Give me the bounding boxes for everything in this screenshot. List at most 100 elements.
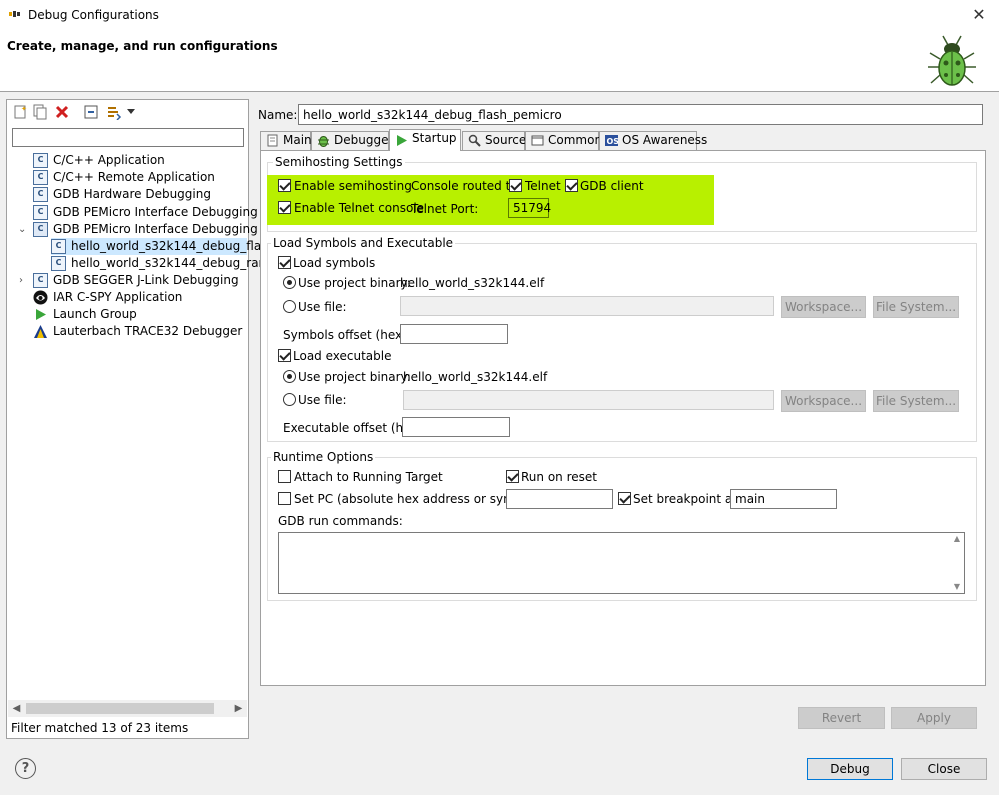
expanded-twisty-icon[interactable]: ⌄ [18, 225, 28, 235]
symbols-use-project-binary-radio[interactable] [283, 276, 296, 289]
load-executable-checkbox[interactable] [278, 349, 291, 362]
tree-item-gdb-segger-jlink[interactable]: C GDB SEGGER J-Link Debugging [33, 272, 243, 289]
tree-item-lauterbach[interactable]: Lauterbach TRACE32 Debugger [33, 323, 243, 340]
enable-telnet-console-label: Enable Telnet console [294, 201, 425, 215]
tree-item-gdb-hardware-debugging[interactable]: C GDB Hardware Debugging [33, 186, 243, 203]
delete-icon[interactable] [54, 104, 70, 120]
tree-item-hello-world-debug-ram[interactable]: C hello_world_s32k144_debug_ram_p [51, 255, 284, 272]
dropdown-icon[interactable] [127, 107, 135, 115]
set-breakpoint-checkbox[interactable] [618, 492, 631, 505]
symbols-file-system-button[interactable]: File System... [873, 296, 959, 318]
exec-use-project-binary-radio[interactable] [283, 370, 296, 383]
tree-item-launch-group[interactable]: Launch Group [33, 306, 243, 323]
enable-telnet-console-checkbox[interactable] [278, 201, 291, 214]
set-pc-label: Set PC (absolute hex address or symbol): [294, 492, 542, 506]
tree-item-cpp-application[interactable]: C C/C++ Application [33, 152, 243, 169]
svg-text:OS: OS [607, 137, 619, 146]
textarea-vertical-scrollbar[interactable]: ▲ ▼ [950, 533, 964, 593]
tab-main[interactable]: Main [260, 131, 312, 150]
enable-semihosting-checkbox[interactable] [278, 179, 291, 192]
revert-button[interactable]: Revert [798, 707, 885, 729]
runtime-options-title: Runtime Options [271, 450, 376, 464]
exec-file-input[interactable] [403, 390, 774, 410]
tab-startup[interactable]: Startup [389, 129, 461, 151]
c-icon: C [33, 187, 48, 202]
c-icon: C [51, 256, 66, 271]
startup-tab-icon [397, 135, 407, 146]
symbols-offset-input[interactable] [400, 324, 508, 344]
main-tab-icon [267, 134, 278, 147]
scrollbar-thumb[interactable] [26, 703, 214, 714]
symbols-file-input[interactable] [400, 296, 774, 316]
debug-button[interactable]: Debug [807, 758, 893, 780]
load-symbols-group [267, 243, 977, 442]
launch-group-icon [36, 309, 46, 320]
collapsed-twisty-icon[interactable]: › [19, 276, 29, 286]
scroll-down-icon[interactable]: ▼ [950, 581, 964, 593]
gdb-run-commands-textarea[interactable]: ▲ ▼ [278, 532, 965, 594]
close-window-button[interactable]: ✕ [962, 2, 996, 28]
telnet-port-input[interactable]: 51794 [508, 198, 551, 218]
filter-input[interactable] [12, 128, 244, 147]
common-tab-icon [531, 135, 544, 146]
executable-offset-input[interactable] [402, 417, 510, 437]
c-icon: C [51, 239, 66, 254]
c-icon: C [33, 222, 48, 237]
exec-workspace-button[interactable]: Workspace... [781, 390, 866, 412]
set-pc-input[interactable] [506, 489, 613, 509]
breakpoint-input[interactable]: main [730, 489, 837, 509]
tree-horizontal-scrollbar[interactable]: ◀ ▶ [8, 700, 247, 717]
tree-item-iar-cspy[interactable]: IAR C-SPY Application [33, 289, 243, 306]
tab-source[interactable]: Source [462, 131, 526, 150]
gdb-run-commands-label: GDB run commands: [278, 514, 403, 528]
filter-status: Filter matched 13 of 23 items [11, 721, 189, 735]
telnet-port-label: Telnet Port: [411, 202, 479, 216]
exec-binary-name: hello_world_s32k144.elf [403, 370, 548, 384]
symbols-offset-label: Symbols offset (hex): [283, 328, 411, 342]
tab-common[interactable]: Common [525, 131, 602, 150]
symbols-use-file-radio[interactable] [283, 300, 296, 313]
symbols-workspace-button[interactable]: Workspace... [781, 296, 866, 318]
apply-button[interactable]: Apply [891, 707, 977, 729]
tab-debugger[interactable]: Debugger [311, 131, 393, 150]
filter-icon[interactable] [106, 104, 122, 120]
exec-file-system-button[interactable]: File System... [873, 390, 959, 412]
attach-running-target-checkbox[interactable] [278, 470, 291, 483]
scroll-left-icon[interactable]: ◀ [8, 700, 25, 717]
telnet-checkbox[interactable] [509, 179, 522, 192]
run-on-reset-checkbox[interactable] [506, 470, 519, 483]
new-config-icon[interactable]: ✦ [12, 104, 28, 120]
console-routed-label: Console routed to: [411, 179, 522, 193]
tree-item-gdb-pemicro-debugging-expanded[interactable]: C GDB PEMicro Interface Debugging [33, 221, 258, 238]
enable-semihosting-label: Enable semihosting [294, 179, 412, 193]
configuration-name-input[interactable] [298, 104, 983, 125]
exec-use-file-label: Use file: [298, 393, 347, 407]
collapse-all-icon[interactable] [83, 104, 99, 120]
close-button[interactable]: Close [901, 758, 987, 780]
tree-item-hello-world-debug-flash[interactable]: C hello_world_s32k144_debug_flash_p [51, 238, 289, 255]
set-pc-checkbox[interactable] [278, 492, 291, 505]
duplicate-icon[interactable] [32, 104, 48, 120]
symbols-use-file-label: Use file: [298, 300, 347, 314]
header-title: Create, manage, and run configurations [7, 39, 278, 53]
load-symbols-title: Load Symbols and Executable [271, 236, 456, 250]
tab-os-awareness[interactable]: OS OS Awareness [599, 131, 707, 150]
scroll-right-icon[interactable]: ▶ [230, 700, 247, 717]
tree-item-cpp-remote-application[interactable]: C C/C++ Remote Application [33, 169, 243, 186]
help-icon[interactable]: ? [15, 758, 36, 779]
load-symbols-checkbox[interactable] [278, 256, 291, 269]
tree-item-gdb-pemicro-debugging[interactable]: C GDB PEMicro Interface Debugging [33, 204, 258, 221]
symbols-binary-name: hello_world_s32k144.elf [400, 276, 545, 290]
c-icon: C [33, 170, 48, 185]
gdb-client-label: GDB client [580, 179, 644, 193]
exec-use-project-binary-label: Use project binary: [298, 370, 411, 384]
c-icon: C [33, 273, 48, 288]
run-on-reset-label: Run on reset [521, 470, 597, 484]
symbols-use-project-binary-label: Use project binary: [298, 276, 411, 290]
exec-use-file-radio[interactable] [283, 393, 296, 406]
source-tab-icon [468, 134, 481, 147]
scroll-up-icon[interactable]: ▲ [950, 533, 964, 545]
gdb-client-checkbox[interactable] [565, 179, 578, 192]
window-title: Debug Configurations [28, 8, 159, 22]
c-icon: C [33, 153, 48, 168]
